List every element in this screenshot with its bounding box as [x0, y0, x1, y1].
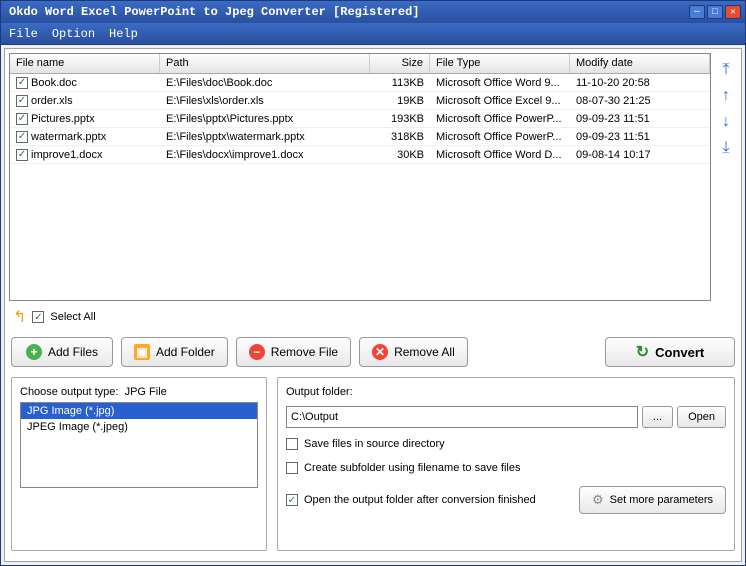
output-folder-input[interactable] [286, 406, 638, 428]
up-arrow-icon: ↰ [13, 307, 26, 327]
minimize-button[interactable]: ─ [689, 5, 705, 19]
output-type-panel: Choose output type: JPG File JPG Image (… [11, 377, 267, 551]
subfolder-label: Create subfolder using filename to save … [304, 462, 520, 474]
maximize-button[interactable]: □ [707, 5, 723, 19]
subfolder-checkbox[interactable] [286, 462, 298, 474]
open-after-checkbox[interactable] [286, 494, 298, 506]
convert-icon: ↻ [636, 342, 649, 362]
menubar: File Option Help [1, 23, 745, 45]
table-row[interactable]: watermark.pptxE:\Files\pptx\watermark.pp… [10, 128, 710, 146]
col-date[interactable]: Modify date [570, 54, 710, 73]
add-files-button[interactable]: +Add Files [11, 337, 113, 367]
file-grid[interactable]: File name Path Size File Type Modify dat… [9, 53, 711, 301]
col-path[interactable]: Path [160, 54, 370, 73]
remove-all-button[interactable]: ✕Remove All [359, 337, 468, 367]
move-up-button[interactable]: ↑ [717, 87, 735, 105]
output-type-label: Choose output type: JPG File [20, 386, 258, 398]
row-checkbox[interactable] [16, 131, 28, 143]
menu-file[interactable]: File [9, 27, 38, 41]
select-all-checkbox[interactable] [32, 311, 44, 323]
col-size[interactable]: Size [370, 54, 430, 73]
output-type-listbox[interactable]: JPG Image (*.jpg)JPEG Image (*.jpeg) [20, 402, 258, 488]
folder-icon: ▣ [134, 344, 150, 360]
open-folder-button[interactable]: Open [677, 406, 726, 428]
row-checkbox[interactable] [16, 113, 28, 125]
save-source-label: Save files in source directory [304, 438, 445, 450]
row-checkbox[interactable] [16, 149, 28, 161]
col-filename[interactable]: File name [10, 54, 160, 73]
menu-help[interactable]: Help [109, 27, 138, 41]
move-bottom-button[interactable]: ⤓ [717, 139, 735, 157]
output-folder-label: Output folder: [286, 386, 726, 398]
plus-icon: + [26, 344, 42, 360]
table-row[interactable]: Pictures.pptxE:\Files\pptx\Pictures.pptx… [10, 110, 710, 128]
row-checkbox[interactable] [16, 95, 28, 107]
add-folder-button[interactable]: ▣Add Folder [121, 337, 228, 367]
table-row[interactable]: Book.docE:\Files\doc\Book.doc113KBMicros… [10, 74, 710, 92]
list-item[interactable]: JPEG Image (*.jpeg) [21, 419, 257, 435]
content-area: File name Path Size File Type Modify dat… [4, 48, 742, 562]
app-window: Okdo Word Excel PowerPoint to Jpeg Conve… [0, 0, 746, 566]
window-title: Okdo Word Excel PowerPoint to Jpeg Conve… [5, 5, 689, 19]
table-row[interactable]: order.xlsE:\Files\xls\order.xls19KBMicro… [10, 92, 710, 110]
table-row[interactable]: improve1.docxE:\Files\docx\improve1.docx… [10, 146, 710, 164]
move-top-button[interactable]: ⤒ [717, 61, 735, 79]
open-after-label: Open the output folder after conversion … [304, 494, 536, 506]
output-folder-panel: Output folder: ... Open Save files in so… [277, 377, 735, 551]
col-type[interactable]: File Type [430, 54, 570, 73]
set-more-parameters-button[interactable]: ⚙Set more parameters [579, 486, 726, 514]
gear-icon: ⚙ [592, 492, 604, 508]
x-icon: ✕ [372, 344, 388, 360]
convert-button[interactable]: ↻Convert [605, 337, 735, 367]
save-source-checkbox[interactable] [286, 438, 298, 450]
close-button[interactable]: ✕ [725, 5, 741, 19]
select-all-row: ↰ Select All [9, 301, 737, 333]
reorder-arrows: ⤒ ↑ ↓ ⤓ [715, 53, 737, 301]
grid-header: File name Path Size File Type Modify dat… [10, 54, 710, 74]
menu-option[interactable]: Option [52, 27, 95, 41]
select-all-label: Select All [50, 311, 95, 323]
toolbar: +Add Files ▣Add Folder −Remove File ✕Rem… [9, 333, 737, 371]
browse-button[interactable]: ... [642, 406, 673, 428]
row-checkbox[interactable] [16, 77, 28, 89]
list-item[interactable]: JPG Image (*.jpg) [21, 403, 257, 419]
move-down-button[interactable]: ↓ [717, 113, 735, 131]
minus-icon: − [249, 344, 265, 360]
titlebar: Okdo Word Excel PowerPoint to Jpeg Conve… [1, 1, 745, 23]
remove-file-button[interactable]: −Remove File [236, 337, 351, 367]
